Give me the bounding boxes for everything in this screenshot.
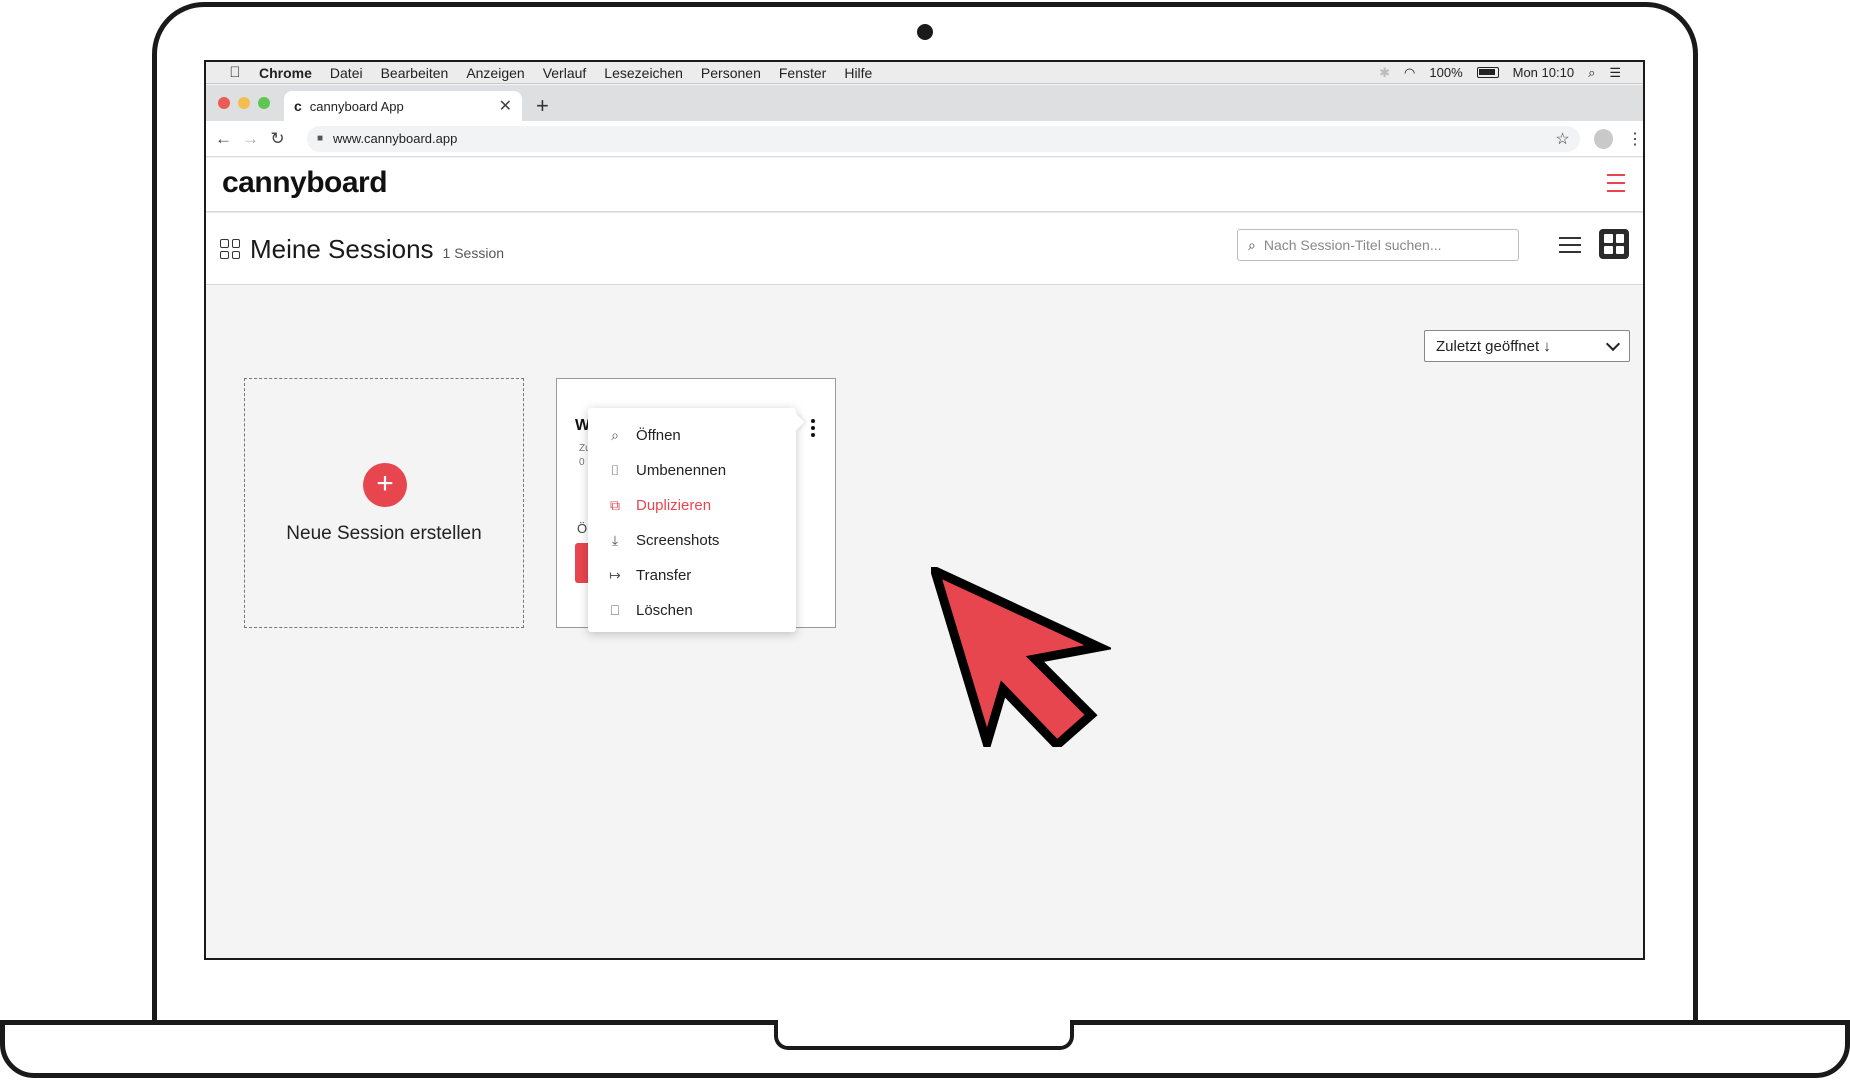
page-title: Meine Sessions (250, 233, 434, 264)
menu-lesezeichen[interactable]: Lesezeichen (595, 65, 692, 81)
status-area: ✱ ◠ 100% Mon 10:10 ⌕ ☰ (1379, 65, 1643, 81)
browser-toolbar: ← → ↻ ■ www.cannyboard.app ☆ ⋮ (206, 121, 1643, 157)
pointer-cursor-icon (931, 567, 1111, 747)
download-icon: ⤓ (611, 532, 619, 548)
menu-item-label: Screenshots (636, 532, 720, 549)
menu-item-label: Transfer (636, 567, 692, 584)
more-options-icon[interactable] (811, 419, 817, 437)
browser-menu-icon[interactable]: ⋮ (1627, 129, 1643, 149)
chevron-down-icon (1605, 336, 1621, 351)
menu-item-rename[interactable]: ⌷ Umbenennen (588, 453, 796, 488)
session-count: 1 Session (442, 245, 505, 261)
menu-item-delete[interactable]: ⎕ Löschen (588, 593, 796, 628)
favicon-icon: c (294, 98, 302, 114)
menu-item-open[interactable]: ⌕ Öffnen (588, 418, 796, 453)
new-tab-icon[interactable]: + (536, 93, 549, 119)
sessions-grid-icon (220, 239, 240, 259)
search-placeholder: Nach Session-Titel suchen... (1263, 237, 1442, 253)
minimize-window-icon[interactable] (238, 97, 250, 109)
menu-item-label: Duplizieren (636, 497, 712, 514)
reload-icon[interactable]: ↻ (264, 129, 291, 149)
trash-icon: ⎕ (610, 602, 620, 618)
menu-chrome[interactable]: Chrome (250, 65, 321, 81)
sort-label: Zuletzt geöffnet ↓ (1436, 337, 1551, 355)
macos-menubar:  Chrome Datei Bearbeiten Anzeigen Verla… (206, 62, 1643, 84)
notification-center-icon[interactable]: ☰ (1609, 65, 1621, 81)
search-icon: ⌕ (611, 427, 619, 443)
battery-icon[interactable] (1476, 67, 1499, 78)
battery-percent: 100% (1429, 65, 1463, 80)
hamburger-menu-icon[interactable] (1607, 174, 1625, 192)
apple-icon[interactable]:  (220, 64, 250, 81)
duplicate-icon: ⧉ (610, 497, 620, 513)
menu-anzeigen[interactable]: Anzeigen (457, 65, 533, 81)
menu-datei[interactable]: Datei (321, 65, 372, 81)
tab-title: cannyboard App (309, 98, 404, 114)
context-menu: ⌕ Öffnen ⌷ Umbenennen ⧉ Duplizieren ⤓ Sc… (588, 408, 796, 632)
rename-icon: ⌷ (610, 462, 620, 478)
close-tab-icon[interactable]: ✕ (499, 96, 512, 116)
wifi-icon[interactable]: ◠ (1404, 65, 1415, 81)
window-controls (218, 97, 270, 109)
zoom-window-icon[interactable] (258, 97, 270, 109)
page-title-wrap: Meine Sessions 1 Session (220, 213, 504, 285)
menu-item-label: Öffnen (636, 427, 681, 444)
back-icon[interactable]: ← (210, 129, 237, 149)
tab-strip: c cannyboard App ✕ + (206, 85, 1643, 121)
bookmark-star-icon[interactable]: ☆ (1555, 129, 1569, 149)
session-open-label: Ö (577, 521, 588, 536)
sort-select[interactable]: Zuletzt geöffnet ↓ (1424, 330, 1630, 362)
search-input[interactable]: ⌕ Nach Session-Titel suchen... (1237, 229, 1519, 261)
address-bar[interactable]: ■ www.cannyboard.app ☆ (306, 125, 1580, 152)
new-session-card[interactable]: + Neue Session erstellen (244, 378, 524, 628)
menu-verlauf[interactable]: Verlauf (534, 65, 596, 81)
webcam-dot (917, 24, 933, 40)
close-window-icon[interactable] (218, 97, 230, 109)
laptop-notch (774, 1020, 1074, 1050)
menu-item-label: Umbenennen (636, 462, 727, 479)
menu-item-screenshots[interactable]: ⤓ Screenshots (588, 523, 796, 558)
list-view-icon[interactable] (1559, 237, 1581, 253)
screen:  Chrome Datei Bearbeiten Anzeigen Verla… (204, 60, 1645, 960)
menu-personen[interactable]: Personen (692, 65, 770, 81)
lock-icon[interactable]: ■ (317, 133, 323, 144)
transfer-icon: ↦ (609, 567, 621, 583)
app-header: cannyboard (206, 158, 1643, 212)
menu-fenster[interactable]: Fenster (770, 65, 835, 81)
plus-icon[interactable]: + (363, 463, 407, 507)
new-session-label: Neue Session erstellen (286, 523, 482, 544)
grid-view-icon[interactable] (1599, 229, 1629, 259)
profile-avatar[interactable] (1593, 128, 1614, 149)
menu-hilfe[interactable]: Hilfe (835, 65, 881, 81)
url-text: www.cannyboard.app (333, 131, 458, 146)
menu-item-label: Löschen (636, 602, 693, 619)
session-date: 0 (579, 457, 585, 468)
menu-bearbeiten[interactable]: Bearbeiten (372, 65, 458, 81)
bluetooth-icon[interactable]: ✱ (1379, 65, 1390, 81)
spotlight-icon[interactable]: ⌕ (1588, 65, 1595, 81)
search-icon: ⌕ (1248, 236, 1256, 253)
page-header: Meine Sessions 1 Session ⌕ Nach Session-… (206, 213, 1643, 285)
forward-icon[interactable]: → (237, 129, 264, 149)
menu-item-duplicate[interactable]: ⧉ Duplizieren (588, 488, 796, 523)
app-logo[interactable]: cannyboard (222, 166, 388, 200)
menu-item-transfer[interactable]: ↦ Transfer (588, 558, 796, 593)
clock[interactable]: Mon 10:10 (1513, 65, 1574, 80)
browser-tab[interactable]: c cannyboard App ✕ (284, 91, 522, 121)
